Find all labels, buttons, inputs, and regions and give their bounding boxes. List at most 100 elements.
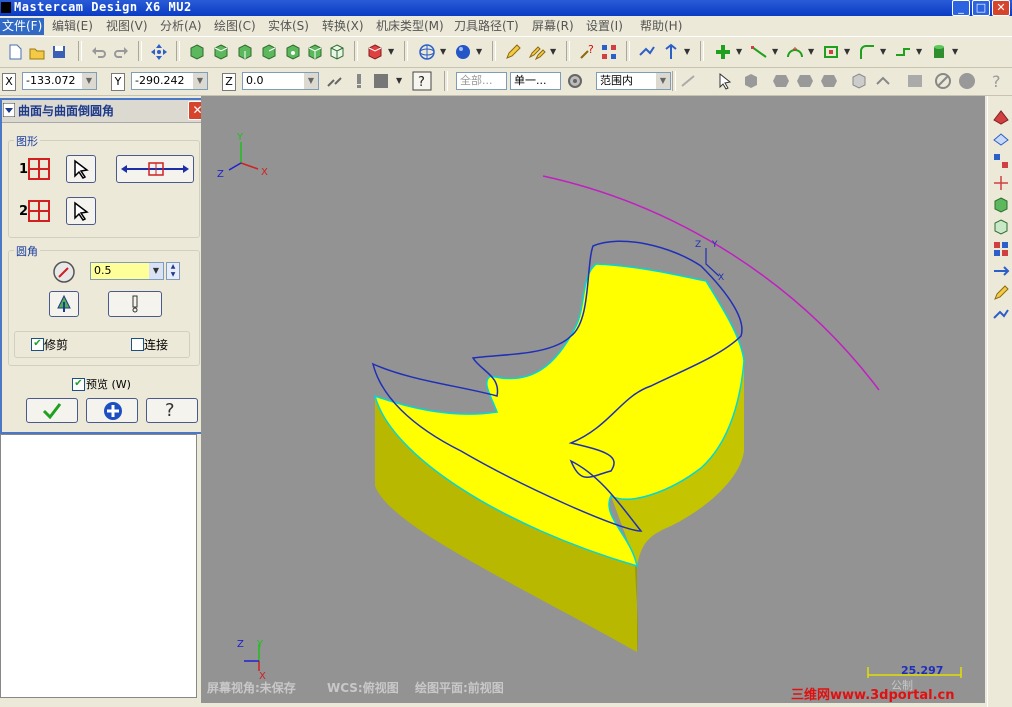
wireframe-sphere-icon[interactable] [418, 43, 436, 61]
trim-checkbox[interactable]: ✔ [31, 338, 44, 351]
sketch-pencil-icon[interactable] [992, 284, 1010, 302]
dialog-help-button[interactable]: ? [146, 398, 198, 423]
select-single-button[interactable]: 单一... [510, 72, 561, 90]
menu-machine-type[interactable]: 机床类型(M) [374, 18, 446, 35]
menu-view[interactable]: 视图(V) [104, 18, 150, 35]
x-coord-field[interactable]: -133.072 ▼ [22, 72, 97, 90]
shaded-sphere-icon[interactable] [454, 43, 472, 61]
analyze-question-icon[interactable]: ? [578, 43, 596, 61]
z-coord-field[interactable]: 0.0 ▼ [242, 72, 319, 90]
graphics-viewport[interactable]: Y X Z Z Y X Y Z X 25.297 公制 屏幕视角:未保存 WCS… [201, 96, 985, 703]
fast-point-icon[interactable] [326, 72, 344, 90]
trim-dropdown-icon[interactable]: ▼ [916, 47, 922, 56]
line-dropdown-icon[interactable]: ▼ [772, 47, 778, 56]
autocursor-settings-icon[interactable] [372, 72, 390, 90]
select-all-button[interactable]: 全部... [456, 72, 507, 90]
create-line-icon[interactable] [750, 43, 768, 61]
menu-screen[interactable]: 屏幕(R) [530, 18, 576, 35]
selection-help-icon[interactable]: ? [988, 72, 1006, 90]
create-point-icon[interactable] [714, 43, 732, 61]
new-file-icon[interactable] [6, 43, 24, 61]
shaded-dropdown-icon[interactable]: ▼ [476, 47, 482, 56]
solid-cube-outline-icon[interactable] [992, 218, 1010, 236]
menu-solids[interactable]: 实体(S) [266, 18, 311, 35]
view-cube-front-icon[interactable] [236, 43, 254, 61]
solid-cube-icon[interactable] [992, 196, 1010, 214]
fillet-dropdown-icon[interactable]: ▼ [880, 47, 886, 56]
solid-select-icon[interactable] [742, 72, 760, 90]
loop-select-icon[interactable] [820, 72, 838, 90]
flip-normal-button[interactable] [116, 155, 194, 183]
save-icon[interactable] [50, 43, 68, 61]
menu-file[interactable]: 文件(F) [0, 18, 45, 35]
solid-dropdown-icon[interactable]: ▼ [952, 47, 958, 56]
select-surface2-button[interactable] [66, 197, 96, 225]
radius-spinner[interactable]: ▲ ▼ [166, 262, 180, 280]
help-icon[interactable]: ? [412, 71, 432, 91]
range-select-combo[interactable]: 范围内 ▼ [596, 72, 671, 90]
point-dropdown-icon[interactable]: ▼ [736, 47, 742, 56]
menu-edit[interactable]: 编辑(E) [50, 18, 95, 35]
close-button[interactable]: ✕ [992, 0, 1010, 16]
menu-toolpaths[interactable]: 刀具路径(T) [452, 18, 521, 35]
menu-analyze[interactable]: 分析(A) [158, 18, 204, 35]
ok-button[interactable] [26, 398, 78, 423]
surface-grid-icon[interactable] [992, 152, 1010, 170]
create-rectangle-icon[interactable] [822, 43, 840, 61]
settings-dropdown-icon[interactable]: ▼ [396, 76, 402, 85]
create-arc-icon[interactable] [786, 43, 804, 61]
view-cube-side-icon[interactable] [284, 43, 302, 61]
view-cube-top-icon[interactable] [212, 43, 230, 61]
menu-help[interactable]: 帮助(H) [638, 18, 684, 35]
view-cube-wire-icon[interactable] [306, 43, 324, 61]
redo-icon[interactable] [112, 43, 130, 61]
fillet-options-button[interactable] [108, 291, 162, 317]
maximize-button[interactable]: □ [972, 0, 990, 16]
rectangle-dropdown-icon[interactable]: ▼ [844, 47, 850, 56]
toolpath-manager-icon[interactable] [992, 306, 1010, 324]
view-cube-iso-icon[interactable] [188, 43, 206, 61]
menu-settings[interactable]: 设置(I) [584, 18, 625, 35]
chevron-down-icon[interactable]: ▼ [149, 263, 163, 279]
verify-select-icon[interactable] [874, 72, 892, 90]
level-manager-icon[interactable] [992, 240, 1010, 258]
arc-dropdown-icon[interactable]: ▼ [808, 47, 814, 56]
connect-checkbox[interactable] [131, 338, 144, 351]
no-entry-icon[interactable] [934, 72, 952, 90]
chevron-down-icon[interactable]: ▼ [656, 73, 670, 89]
multi-pencil-icon[interactable] [528, 43, 546, 61]
preview-checkbox[interactable]: ✔ [72, 378, 85, 391]
operations-list[interactable] [0, 434, 197, 698]
pencil-dropdown-icon[interactable]: ▼ [550, 47, 556, 56]
exclaim-icon[interactable] [350, 72, 368, 90]
toolpath-icon[interactable] [638, 43, 656, 61]
cplane-icon[interactable] [366, 43, 384, 61]
axis-arrows-icon[interactable] [662, 43, 680, 61]
trim-icon[interactable] [894, 43, 912, 61]
undo-icon[interactable] [90, 43, 108, 61]
view-cube-right-icon[interactable] [260, 43, 278, 61]
axis-dropdown-icon[interactable]: ▼ [684, 47, 690, 56]
chevron-down-icon[interactable]: ▼ [82, 73, 96, 89]
body-select-icon[interactable] [796, 72, 814, 90]
wireframe-dropdown-icon[interactable]: ▼ [440, 47, 446, 56]
hierarchy-icon[interactable] [600, 43, 618, 61]
menu-xform[interactable]: 转换(X) [320, 18, 366, 35]
select-surface1-button[interactable] [66, 155, 96, 183]
selection-gear-icon[interactable] [566, 72, 584, 90]
model-view[interactable]: Y X Z Z Y X Y Z X 25.297 公制 [201, 96, 985, 703]
end-selection-icon[interactable] [958, 72, 976, 90]
plane-surface-icon[interactable] [992, 130, 1010, 148]
face-select-icon[interactable] [772, 72, 790, 90]
y-coord-field[interactable]: -290.242 ▼ [131, 72, 208, 90]
cplane-dropdown-icon[interactable]: ▼ [388, 47, 394, 56]
point-cross-icon[interactable] [992, 174, 1010, 192]
vector-select-icon[interactable] [680, 72, 698, 90]
cursor-select-icon[interactable] [716, 72, 734, 90]
fillet-icon[interactable] [858, 43, 876, 61]
collapse-arrow-icon[interactable] [3, 103, 15, 117]
fillet-direction-button[interactable] [49, 291, 79, 317]
pencil-icon[interactable] [504, 43, 522, 61]
extrude-solid-icon[interactable] [930, 43, 948, 61]
radius-input[interactable]: 0.5 ▼ [90, 262, 164, 280]
